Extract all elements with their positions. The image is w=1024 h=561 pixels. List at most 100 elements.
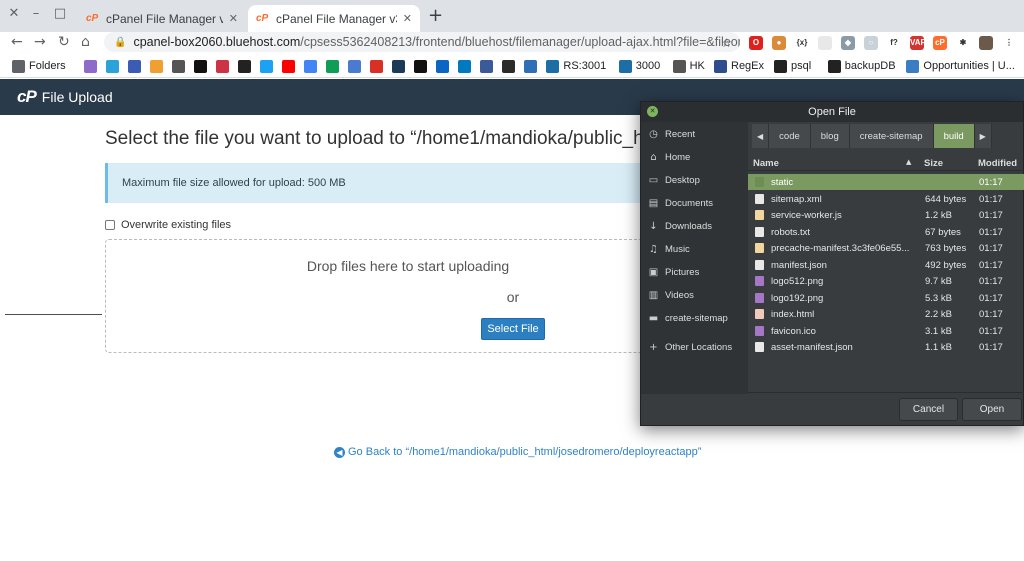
- bookmark-item[interactable]: RegEx: [714, 58, 764, 74]
- go-back-link[interactable]: ◀ Go Back to “/home1/mandioka/public_htm…: [334, 446, 701, 458]
- file-row[interactable]: manifest.json 492 bytes 01:17: [748, 257, 1024, 273]
- reload-icon[interactable]: ↻: [58, 34, 70, 50]
- bookmark-star-icon[interactable]: ☆: [721, 35, 732, 50]
- place-label: Music: [665, 243, 690, 255]
- home-icon[interactable]: ⌂: [81, 34, 90, 50]
- column-modified[interactable]: Modified: [978, 158, 1017, 169]
- bookmark-item[interactable]: Opportunities | U...: [906, 58, 1015, 74]
- place-other-locations[interactable]: + Other Locations: [641, 338, 748, 356]
- place-label: Pictures: [665, 266, 700, 278]
- ghost-icon[interactable]: ○: [864, 36, 878, 50]
- bookmark-item[interactable]: [304, 58, 321, 74]
- cancel-button[interactable]: Cancel: [899, 398, 958, 421]
- file-row[interactable]: service-worker.js 1.2 kB 01:17: [748, 207, 1024, 223]
- bookmark-item[interactable]: RS:3001: [546, 58, 606, 74]
- file-row[interactable]: sitemap.xml 644 bytes 01:17: [748, 191, 1024, 207]
- path-crumb-blog[interactable]: blog: [810, 124, 850, 148]
- forward-icon[interactable]: →: [34, 34, 46, 50]
- path-scroll-left-icon[interactable]: ◀: [752, 124, 770, 148]
- bookmark-item[interactable]: 3000: [618, 58, 660, 74]
- checkbox-box[interactable]: [105, 220, 115, 230]
- bookmark-item[interactable]: psql: [774, 58, 811, 74]
- bookmark-item[interactable]: [436, 58, 453, 74]
- file-row[interactable]: precache-manifest.3c3fe06e55... 763 bytes…: [748, 240, 1024, 256]
- bookmark-item[interactable]: [216, 58, 233, 74]
- bookmark-item[interactable]: [370, 58, 387, 74]
- place-desktop[interactable]: ▭ Desktop: [641, 171, 748, 189]
- place-videos[interactable]: ▥ Videos: [641, 286, 748, 304]
- file-row[interactable]: static 01:17: [748, 174, 1024, 190]
- bookmark-item[interactable]: [480, 58, 497, 74]
- bookmark-item[interactable]: [106, 58, 123, 74]
- path-crumb-code[interactable]: code: [769, 124, 811, 148]
- tab-close-icon[interactable]: ✕: [229, 12, 238, 25]
- column-name[interactable]: Name: [753, 158, 779, 169]
- minimize-window-icon[interactable]: –: [28, 6, 44, 21]
- place-downloads[interactable]: ↓ Downloads: [641, 217, 748, 235]
- code-icon[interactable]: {x}: [795, 36, 809, 50]
- browser-tab[interactable]: cP cPanel File Manager v3 ✕: [78, 5, 246, 32]
- bookmark-favicon-icon: [480, 59, 494, 73]
- new-tab-icon[interactable]: +: [428, 7, 443, 25]
- place-create-sitemap[interactable]: ▬ create-sitemap: [641, 309, 748, 327]
- bookmark-item[interactable]: [414, 58, 431, 74]
- overwrite-checkbox[interactable]: Overwrite existing files: [105, 219, 231, 231]
- column-size[interactable]: Size: [924, 158, 943, 169]
- tab-close-icon[interactable]: ✕: [403, 12, 412, 25]
- arrow-left-circle-icon: ◀: [334, 446, 345, 458]
- avatar-icon[interactable]: [979, 36, 993, 50]
- bookmark-favicon-icon: [348, 59, 362, 73]
- bookmark-favicon-icon: [216, 59, 230, 73]
- bookmark-item[interactable]: [84, 58, 101, 74]
- bookmark-item[interactable]: HK: [672, 58, 705, 74]
- cpanel-ext-icon[interactable]: cP: [933, 36, 947, 50]
- place-music[interactable]: ♫ Music: [641, 240, 748, 258]
- file-row[interactable]: index.html 2.2 kB 01:17: [748, 306, 1024, 322]
- file-row[interactable]: logo192.png 5.3 kB 01:17: [748, 290, 1024, 306]
- bookmark-item[interactable]: [348, 58, 365, 74]
- go-back-text[interactable]: Go Back to “/home1/mandioka/public_html/…: [348, 446, 701, 458]
- file-row[interactable]: favicon.ico 3.1 kB 01:17: [748, 323, 1024, 339]
- path-crumb-create-sitemap[interactable]: create-sitemap: [849, 124, 934, 148]
- select-file-button[interactable]: Select File: [481, 318, 545, 340]
- place-recent[interactable]: ◷ Recent: [641, 125, 748, 143]
- blank-icon[interactable]: [818, 36, 832, 50]
- address-bar[interactable]: 🔒 cpanel-box2060.bluehost.com /cpsess536…: [104, 32, 740, 52]
- bookmark-item[interactable]: [392, 58, 409, 74]
- bookmark-item[interactable]: [458, 58, 475, 74]
- close-window-icon[interactable]: ✕: [6, 6, 22, 21]
- place-home[interactable]: ⌂ Home: [641, 148, 748, 166]
- bookmark-item[interactable]: [150, 58, 167, 74]
- doc-file-icon: [755, 193, 764, 204]
- back-icon[interactable]: ←: [11, 34, 23, 50]
- file-row[interactable]: asset-manifest.json 1.1 kB 01:17: [748, 339, 1024, 355]
- open-button[interactable]: Open: [962, 398, 1022, 421]
- place-pictures[interactable]: ▣ Pictures: [641, 263, 748, 281]
- bookmark-item[interactable]: [260, 58, 277, 74]
- bookmark-item[interactable]: [172, 58, 189, 74]
- bookmark-item[interactable]: [502, 58, 519, 74]
- opera-icon[interactable]: O: [749, 36, 763, 50]
- file-row[interactable]: logo512.png 9.7 kB 01:17: [748, 273, 1024, 289]
- var-icon[interactable]: VAR: [910, 36, 924, 50]
- bookmark-item[interactable]: [282, 58, 299, 74]
- bookmark-item[interactable]: [326, 58, 343, 74]
- place-documents[interactable]: ▤ Documents: [641, 194, 748, 212]
- maximize-window-icon[interactable]: □: [52, 6, 68, 21]
- path-scroll-right-icon[interactable]: ▶: [974, 124, 992, 148]
- file-row[interactable]: robots.txt 67 bytes 01:17: [748, 224, 1024, 240]
- bookmark-item[interactable]: [524, 58, 541, 74]
- browser-tab-active[interactable]: cP cPanel File Manager v3 - File U ✕: [248, 5, 420, 32]
- bookmark-item[interactable]: [128, 58, 145, 74]
- cookie-icon[interactable]: ●: [772, 36, 786, 50]
- formula-icon[interactable]: f?: [887, 36, 901, 50]
- bookmark-item[interactable]: [194, 58, 211, 74]
- puzzle-ext-icon[interactable]: ◆: [841, 36, 855, 50]
- bookmark-item[interactable]: [238, 58, 255, 74]
- extensions-icon[interactable]: ✱: [956, 36, 970, 50]
- bookmark-item[interactable]: backupDB: [827, 58, 896, 74]
- path-crumb-build[interactable]: build: [933, 124, 975, 148]
- cpanel-logo[interactable]: cP: [17, 87, 37, 107]
- bookmark-item[interactable]: Folders: [12, 58, 66, 74]
- menu-icon[interactable]: ⋮: [1002, 36, 1016, 50]
